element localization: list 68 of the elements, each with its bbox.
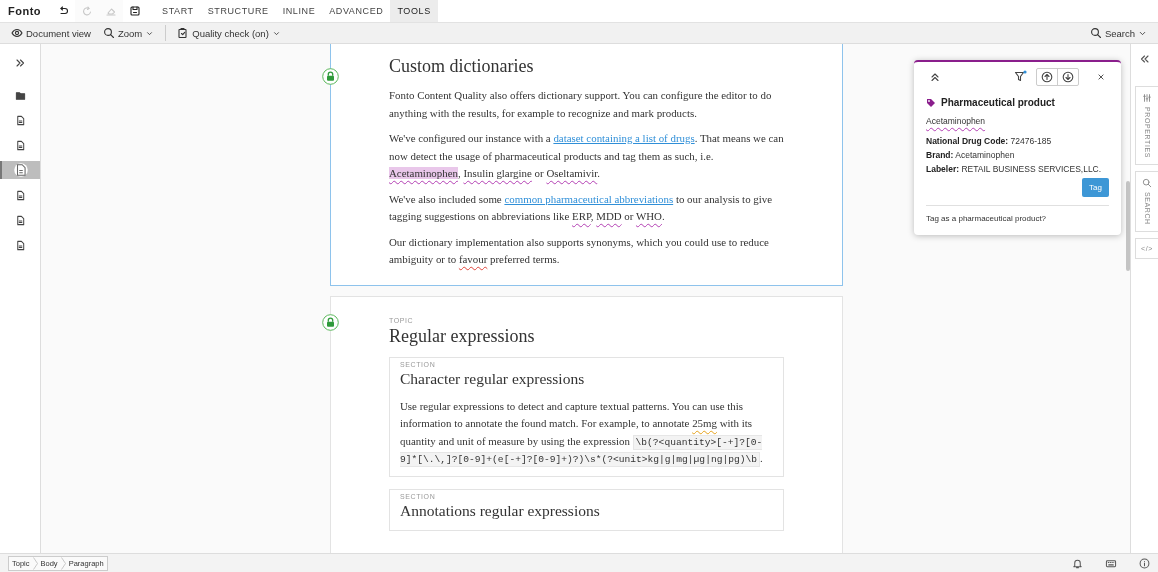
clipboard-check-icon xyxy=(177,27,190,39)
double-chevron-left-icon xyxy=(1138,53,1151,65)
document-icon xyxy=(14,163,28,177)
document-icon xyxy=(14,214,26,226)
text-link[interactable]: common pharmaceutical abbreviations xyxy=(504,192,674,205)
paragraph: We've also included some common pharmaceutical abbreviations to our analysis to give tagging suggestions on abbreviations like ERP, MDD or WHO. xyxy=(389,191,774,224)
paragraph: Use regular expressions to detect and capture textual patterns. You can use this information to annotate the found match. For example, to annotate 25mg with its quantity and unit of measure by using the expression \b(?<quantity>[-+]?[0-9]*[\.\,]?[0-9]+(e[-+]?[0-9]+)?)\s*(?<unit>kg|g|mg|µg|ng|pg)\b . xyxy=(400,398,764,468)
section-title: Character regular expressions xyxy=(400,369,586,388)
search-button[interactable]: Search xyxy=(1084,24,1152,42)
view-button[interactable]: Document view xyxy=(6,24,96,42)
highlighted-term[interactable]: Acetaminophen xyxy=(389,167,458,179)
ribbon-tab[interactable]: TOOLS xyxy=(390,0,438,22)
document-icon xyxy=(14,189,26,201)
detail-line: Labeler: RETAIL BUSINESS SERVICES,LLC. xyxy=(926,164,1103,174)
document-icon xyxy=(14,239,26,251)
section-title: Annotations regular expressions xyxy=(400,501,601,520)
paragraph: Fonto Content Quality also offers dictionary support. You can configure the editor to do anything with the results, for example to recognize and mark products. xyxy=(389,88,773,121)
matched-term: Acetaminophen xyxy=(926,116,986,126)
info-button[interactable] xyxy=(1139,558,1150,569)
ribbon-tab[interactable]: STRUCTURE xyxy=(200,0,276,22)
chevron-icon xyxy=(60,557,66,570)
undo-icon xyxy=(57,5,70,17)
topic-title: Custom dictionaries xyxy=(389,56,535,77)
popup-title: Pharmaceutical product xyxy=(941,97,1055,108)
tagged-term[interactable]: WHO xyxy=(635,210,662,222)
detail-line: Brand: Acetaminophen xyxy=(926,150,1016,160)
scrollbar-thumb[interactable] xyxy=(1126,181,1130,271)
detail-line: National Drug Code: 72476-185 xyxy=(926,136,1053,146)
app-logo: Fonto xyxy=(8,5,42,17)
text-link[interactable]: dataset containing a list of drugs xyxy=(553,132,695,144)
filter-icon xyxy=(1014,70,1027,83)
document-button[interactable] xyxy=(0,161,40,179)
paragraph: We've configured our instance with a dataset containing a list of drugs. That means we can now detect the usage of pharmaceutical products and tag them as such, i.e. Acetaminophen, Insulin glargine or Oseltamivir. xyxy=(389,131,784,181)
document-icon xyxy=(14,114,26,126)
tag-icon xyxy=(926,97,936,108)
flagged-measure[interactable]: 25mg xyxy=(692,417,717,429)
zoom-button[interactable]: Zoom xyxy=(97,24,160,42)
document-icon xyxy=(14,139,26,151)
tagged-term[interactable]: ERP xyxy=(572,210,591,222)
paragraph: Our dictionary implementation also supports synonyms, which you could use to reduce ambiguity or to favour preferred terms. xyxy=(389,234,770,267)
arrow-up-circle-icon xyxy=(1041,70,1053,83)
quality-button[interactable]: Quality check (on) xyxy=(172,24,286,42)
info-icon xyxy=(1139,558,1150,569)
eraser-icon xyxy=(105,5,118,17)
bell-icon xyxy=(1072,558,1083,569)
search-icon xyxy=(102,27,115,39)
arrow-down-circle-icon xyxy=(1062,70,1074,83)
folder-icon xyxy=(14,89,26,101)
double-chevron-right-icon xyxy=(14,57,26,69)
ribbon-tab[interactable]: INLINE xyxy=(275,0,323,22)
ribbon-tab[interactable]: START xyxy=(155,0,201,22)
chevron-icon xyxy=(32,557,38,570)
sliders-icon xyxy=(1142,93,1152,103)
misspelled-word[interactable]: favour xyxy=(458,253,488,265)
search-icon xyxy=(1089,27,1102,39)
eye-icon xyxy=(11,27,23,39)
search-icon xyxy=(1142,178,1152,188)
redo-icon xyxy=(81,5,94,17)
close-icon xyxy=(1096,71,1106,82)
keyboard-icon xyxy=(1105,558,1117,569)
notifications-button[interactable] xyxy=(1072,558,1083,569)
tagged-term[interactable]: MDD xyxy=(596,210,622,222)
tag-question: Tag as a pharmaceutical product? xyxy=(926,205,1109,223)
topic-title: Regular expressions xyxy=(389,325,536,347)
tagged-term[interactable]: Insulin glargine xyxy=(463,167,532,179)
ribbon-tab[interactable]: ADVANCED xyxy=(322,0,391,22)
save-icon xyxy=(129,5,142,17)
keyboard-button[interactable] xyxy=(1105,558,1117,569)
